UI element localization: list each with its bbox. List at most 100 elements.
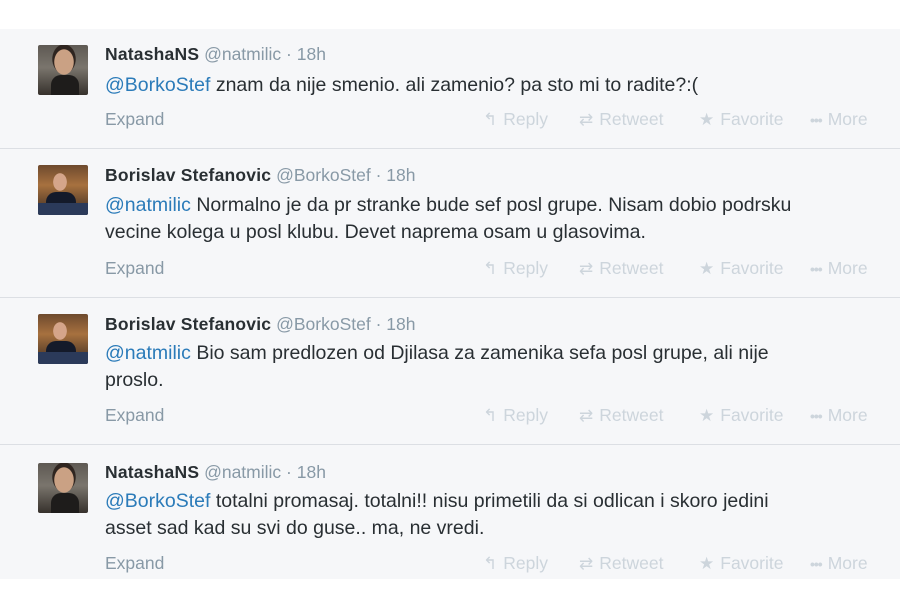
author-name[interactable]: Borislav Stefanovic: [105, 165, 271, 185]
tweet-text: @BorkoStef totalni promasaj. totalni!! n…: [105, 488, 895, 542]
reply-button[interactable]: ↰ Reply: [483, 109, 548, 130]
tweet-text-line1: Bio sam predlozen od Djilasa za zamenika…: [190, 342, 769, 364]
tweet-text: @natmilic Normalno je da pr stranke bude…: [105, 192, 895, 246]
mention-link[interactable]: @natmilic: [105, 194, 191, 216]
tweet-text-line1: znam da nije smenio. ali zamenio? pa sto…: [210, 74, 699, 96]
tweet[interactable]: NatashaNS @natmilic · 18h @BorkoStef zna…: [0, 29, 900, 149]
reply-label: Reply: [503, 405, 548, 425]
tweet[interactable]: NatashaNS @natmilic · 18h @BorkoStef tot…: [0, 445, 900, 579]
retweet-arrows-icon: ⇄: [579, 110, 594, 129]
retweet-arrows-icon: ⇄: [579, 406, 594, 425]
star-icon: ★: [699, 554, 715, 573]
tweet-text-line2: proslo.: [105, 369, 164, 391]
expand-link[interactable]: Expand: [105, 405, 164, 426]
more-button[interactable]: ••• More: [810, 258, 868, 279]
retweet-button[interactable]: ⇄ Retweet: [579, 258, 663, 279]
expand-link[interactable]: Expand: [105, 553, 164, 574]
reply-arrow-icon: ↰: [483, 406, 498, 425]
separator-dot: ·: [375, 165, 382, 185]
timestamp[interactable]: 18h: [386, 314, 415, 334]
retweet-button[interactable]: ⇄ Retweet: [579, 405, 663, 426]
retweet-button[interactable]: ⇄ Retweet: [579, 553, 663, 574]
expand-link[interactable]: Expand: [105, 258, 164, 279]
reply-arrow-icon: ↰: [483, 259, 498, 278]
favorite-label: Favorite: [720, 553, 784, 573]
retweet-arrows-icon: ⇄: [579, 259, 594, 278]
retweet-button[interactable]: ⇄ Retweet: [579, 109, 663, 130]
reply-label: Reply: [503, 258, 548, 278]
retweet-label: Retweet: [599, 258, 664, 278]
more-label: More: [827, 405, 868, 425]
more-label: More: [827, 258, 868, 278]
tweet-header: NatashaNS @natmilic · 18h: [105, 44, 326, 65]
separator-dot: ·: [286, 462, 292, 482]
avatar[interactable]: [38, 314, 88, 364]
favorite-button[interactable]: ★ Favorite: [699, 405, 783, 426]
expand-link[interactable]: Expand: [105, 109, 164, 130]
tweet-text-line2: vecine kolega u posl klubu. Devet naprem…: [105, 221, 646, 243]
tweet-text-line2: asset sad kad su svi do guse.. ma, ne vr…: [105, 517, 485, 539]
tweet-header: Borislav Stefanovic @BorkoStef · 18h: [105, 314, 416, 335]
tweet-actions: ↰ Reply ⇄ Retweet ★ Favorite ••• More: [483, 109, 888, 131]
author-name[interactable]: Borislav Stefanovic: [105, 314, 271, 334]
author-name[interactable]: NatashaNS: [105, 44, 199, 64]
more-button[interactable]: ••• More: [810, 405, 868, 426]
avatar[interactable]: [38, 45, 88, 95]
favorite-label: Favorite: [720, 258, 784, 278]
tweet-actions: ↰ Reply ⇄ Retweet ★ Favorite ••• More: [483, 405, 888, 427]
more-button[interactable]: ••• More: [810, 553, 868, 574]
favorite-button[interactable]: ★ Favorite: [699, 258, 783, 279]
favorite-button[interactable]: ★ Favorite: [699, 109, 783, 130]
retweet-label: Retweet: [599, 553, 664, 573]
reply-button[interactable]: ↰ Reply: [483, 553, 548, 574]
more-button[interactable]: ••• More: [810, 109, 868, 130]
author-handle[interactable]: @BorkoStef: [276, 314, 371, 334]
retweet-arrows-icon: ⇄: [579, 554, 594, 573]
reply-label: Reply: [503, 109, 548, 129]
mention-link[interactable]: @BorkoStef: [105, 490, 210, 512]
author-handle[interactable]: @BorkoStef: [276, 165, 371, 185]
avatar[interactable]: [38, 165, 88, 215]
avatar[interactable]: [38, 463, 88, 513]
favorite-label: Favorite: [720, 405, 784, 425]
mention-link[interactable]: @BorkoStef: [105, 74, 210, 96]
tweet[interactable]: Borislav Stefanovic @BorkoStef · 18h @na…: [0, 298, 900, 445]
author-handle[interactable]: @natmilic: [204, 462, 281, 482]
tweet-text-line1: Normalno je da pr stranke bude sef posl …: [190, 194, 792, 216]
author-handle[interactable]: @natmilic: [204, 44, 281, 64]
three-dots-icon: •••: [810, 260, 823, 277]
three-dots-icon: •••: [810, 111, 823, 128]
star-icon: ★: [699, 406, 715, 425]
tweet-text: @natmilic Bio sam predlozen od Djilasa z…: [105, 340, 895, 394]
three-dots-icon: •••: [810, 555, 823, 572]
reply-button[interactable]: ↰ Reply: [483, 405, 548, 426]
star-icon: ★: [699, 110, 715, 129]
author-name[interactable]: NatashaNS: [105, 462, 199, 482]
tweet-actions: ↰ Reply ⇄ Retweet ★ Favorite ••• More: [483, 553, 888, 575]
retweet-label: Retweet: [599, 109, 664, 129]
more-label: More: [827, 109, 868, 129]
separator-dot: ·: [286, 44, 292, 64]
tweet-timeline: NatashaNS @natmilic · 18h @BorkoStef zna…: [0, 29, 900, 579]
reply-button[interactable]: ↰ Reply: [483, 258, 548, 279]
reply-arrow-icon: ↰: [483, 110, 498, 129]
timestamp[interactable]: 18h: [386, 165, 415, 185]
mention-link[interactable]: @natmilic: [105, 342, 191, 364]
tweet-header: Borislav Stefanovic @BorkoStef · 18h: [105, 165, 416, 186]
three-dots-icon: •••: [810, 407, 823, 424]
separator-dot: ·: [375, 314, 382, 334]
tweet-actions: ↰ Reply ⇄ Retweet ★ Favorite ••• More: [483, 258, 888, 280]
tweet-header: NatashaNS @natmilic · 18h: [105, 462, 326, 483]
reply-label: Reply: [503, 553, 548, 573]
favorite-button[interactable]: ★ Favorite: [699, 553, 783, 574]
tweet-text: @BorkoStef znam da nije smenio. ali zame…: [105, 72, 895, 99]
retweet-label: Retweet: [599, 405, 664, 425]
more-label: More: [827, 553, 868, 573]
tweet-text-line1: totalni promasaj. totalni!! nisu primeti…: [210, 490, 769, 512]
reply-arrow-icon: ↰: [483, 554, 498, 573]
tweet[interactable]: Borislav Stefanovic @BorkoStef · 18h @na…: [0, 149, 900, 298]
timestamp[interactable]: 18h: [297, 44, 326, 64]
timestamp[interactable]: 18h: [297, 462, 326, 482]
favorite-label: Favorite: [720, 109, 784, 129]
star-icon: ★: [699, 259, 715, 278]
